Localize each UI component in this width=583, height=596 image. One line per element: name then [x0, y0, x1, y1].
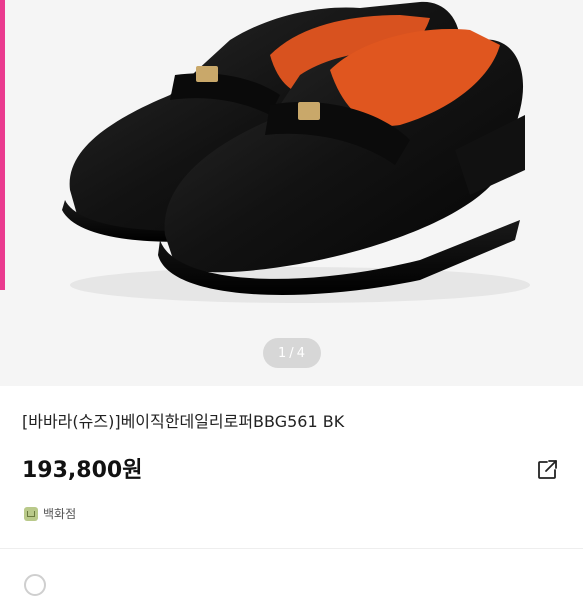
- badge-label: 백화점: [43, 507, 77, 521]
- share-icon: [538, 460, 557, 479]
- pager-current: 1: [278, 345, 288, 361]
- product-price: 193,800원: [22, 458, 143, 483]
- image-pager: 1/4: [263, 338, 321, 368]
- left-accent-bar: [0, 0, 5, 290]
- department-store-badge: 백화점: [24, 505, 76, 522]
- pager-separator: /: [289, 345, 295, 361]
- pager-total: 4: [296, 345, 306, 361]
- divider: [0, 548, 583, 549]
- product-image[interactable]: 1/4: [0, 0, 583, 386]
- share-button[interactable]: [532, 455, 562, 485]
- product-title: [바바라(슈즈)]베이직한데일리로퍼BBG561 BK: [22, 412, 345, 431]
- department-store-icon: [24, 506, 38, 521]
- loafer-photo: [62, 1, 530, 303]
- avatar[interactable]: [24, 574, 46, 596]
